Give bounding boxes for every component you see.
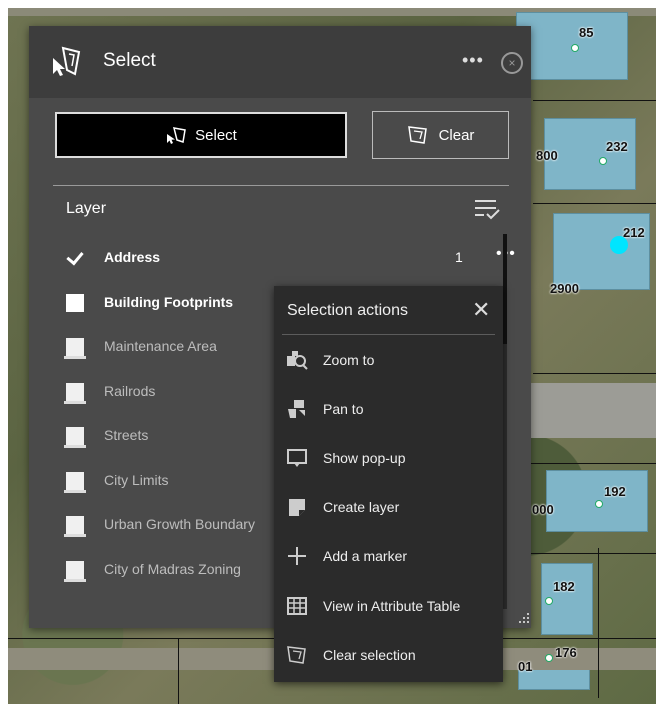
action-label: Clear selection <box>323 647 416 663</box>
layer-checkbox[interactable] <box>64 427 86 448</box>
layer-label: Building Footprints <box>104 294 234 310</box>
action-label: Zoom to <box>323 352 375 368</box>
clear-selection-icon <box>287 646 306 664</box>
parcel-line <box>533 100 656 101</box>
layer-label: City of Madras Zoning <box>104 561 241 577</box>
action-label: View in Attribute Table <box>323 598 461 614</box>
parcel-line <box>528 553 656 554</box>
address-point <box>571 44 579 52</box>
select-tool-icon <box>167 127 187 144</box>
map-label: 2900 <box>550 281 579 296</box>
clear-button-label: Clear <box>438 126 475 144</box>
layer-label: Urban Growth Boundary <box>104 516 255 532</box>
layer-label: Railrods <box>104 383 156 399</box>
parcel-line <box>528 463 656 464</box>
layer-label: City Limits <box>104 472 169 488</box>
action-pan-to[interactable]: Pan to <box>286 395 496 425</box>
clear-button[interactable]: Clear <box>372 111 509 159</box>
road <box>528 383 656 438</box>
pan-to-icon <box>288 400 305 418</box>
map-label: 800 <box>536 148 558 163</box>
action-label: Show pop-up <box>323 450 406 466</box>
popup-title: Selection actions <box>287 302 408 319</box>
selection-count: 1 <box>455 249 463 265</box>
popup-icon <box>287 449 307 467</box>
layer-row-address[interactable]: Address 1 ••• <box>64 244 515 274</box>
layer-label: Maintenance Area <box>104 338 217 354</box>
action-show-popup[interactable]: Show pop-up <box>286 444 496 474</box>
action-view-attribute-table[interactable]: View in Attribute Table <box>286 592 496 622</box>
action-label: Pan to <box>323 401 364 417</box>
close-button[interactable]: × <box>501 52 523 74</box>
panel-header: Select ••• × <box>29 26 531 98</box>
action-zoom-to[interactable]: Zoom to <box>286 346 496 376</box>
map-label: 85 <box>579 25 594 40</box>
resize-handle-icon[interactable] <box>518 612 530 624</box>
layer-header: Layer <box>66 200 107 217</box>
parcel-line <box>598 548 599 698</box>
address-point <box>545 597 553 605</box>
layer-checkbox[interactable] <box>64 516 86 537</box>
clear-icon <box>407 126 427 144</box>
layer-checkbox[interactable] <box>64 561 86 582</box>
parcel-line <box>533 203 656 204</box>
action-label: Create layer <box>323 499 400 515</box>
map-label: 01 <box>518 659 533 674</box>
selected-address-point <box>610 236 628 254</box>
layer-label: Streets <box>104 427 149 443</box>
map-label: 232 <box>606 139 628 154</box>
parcel-line <box>178 638 179 704</box>
address-point <box>599 157 607 165</box>
parcel-line <box>533 373 656 374</box>
create-layer-icon <box>289 499 305 516</box>
select-widget-icon <box>53 46 81 76</box>
address-point <box>545 654 553 662</box>
table-icon <box>287 597 307 615</box>
divider <box>282 334 495 335</box>
popup-close-button[interactable]: ✕ <box>472 299 490 321</box>
map-label: 212 <box>623 225 645 240</box>
selection-actions-popup: Selection actions ✕ Zoom to Pan to Show … <box>274 286 503 682</box>
map-label: 192 <box>604 484 626 499</box>
add-marker-icon <box>288 547 306 565</box>
address-point <box>595 500 603 508</box>
map-label: 000 <box>532 502 554 517</box>
action-add-marker[interactable]: Add a marker <box>286 542 496 572</box>
panel-title: Select <box>103 50 156 71</box>
action-label: Add a marker <box>323 548 408 564</box>
action-create-layer[interactable]: Create layer <box>286 493 496 523</box>
filter-list-icon[interactable] <box>474 198 500 220</box>
map-label: 176 <box>555 645 577 660</box>
map-label: 182 <box>553 579 575 594</box>
scrollbar-thumb[interactable] <box>503 234 507 344</box>
layer-label: Address <box>104 249 161 265</box>
layer-checkbox[interactable] <box>64 338 86 359</box>
zoom-to-icon <box>287 351 308 370</box>
layer-checkbox[interactable] <box>66 294 84 312</box>
layer-checkbox[interactable] <box>64 383 86 404</box>
select-button-label: Select <box>195 126 237 144</box>
layer-checkbox[interactable] <box>64 472 86 493</box>
layer-checkbox[interactable] <box>66 249 84 267</box>
more-options-button[interactable]: ••• <box>462 50 484 71</box>
select-button[interactable]: Select <box>55 112 347 158</box>
action-clear-selection[interactable]: Clear selection <box>286 641 496 671</box>
divider <box>53 185 509 186</box>
